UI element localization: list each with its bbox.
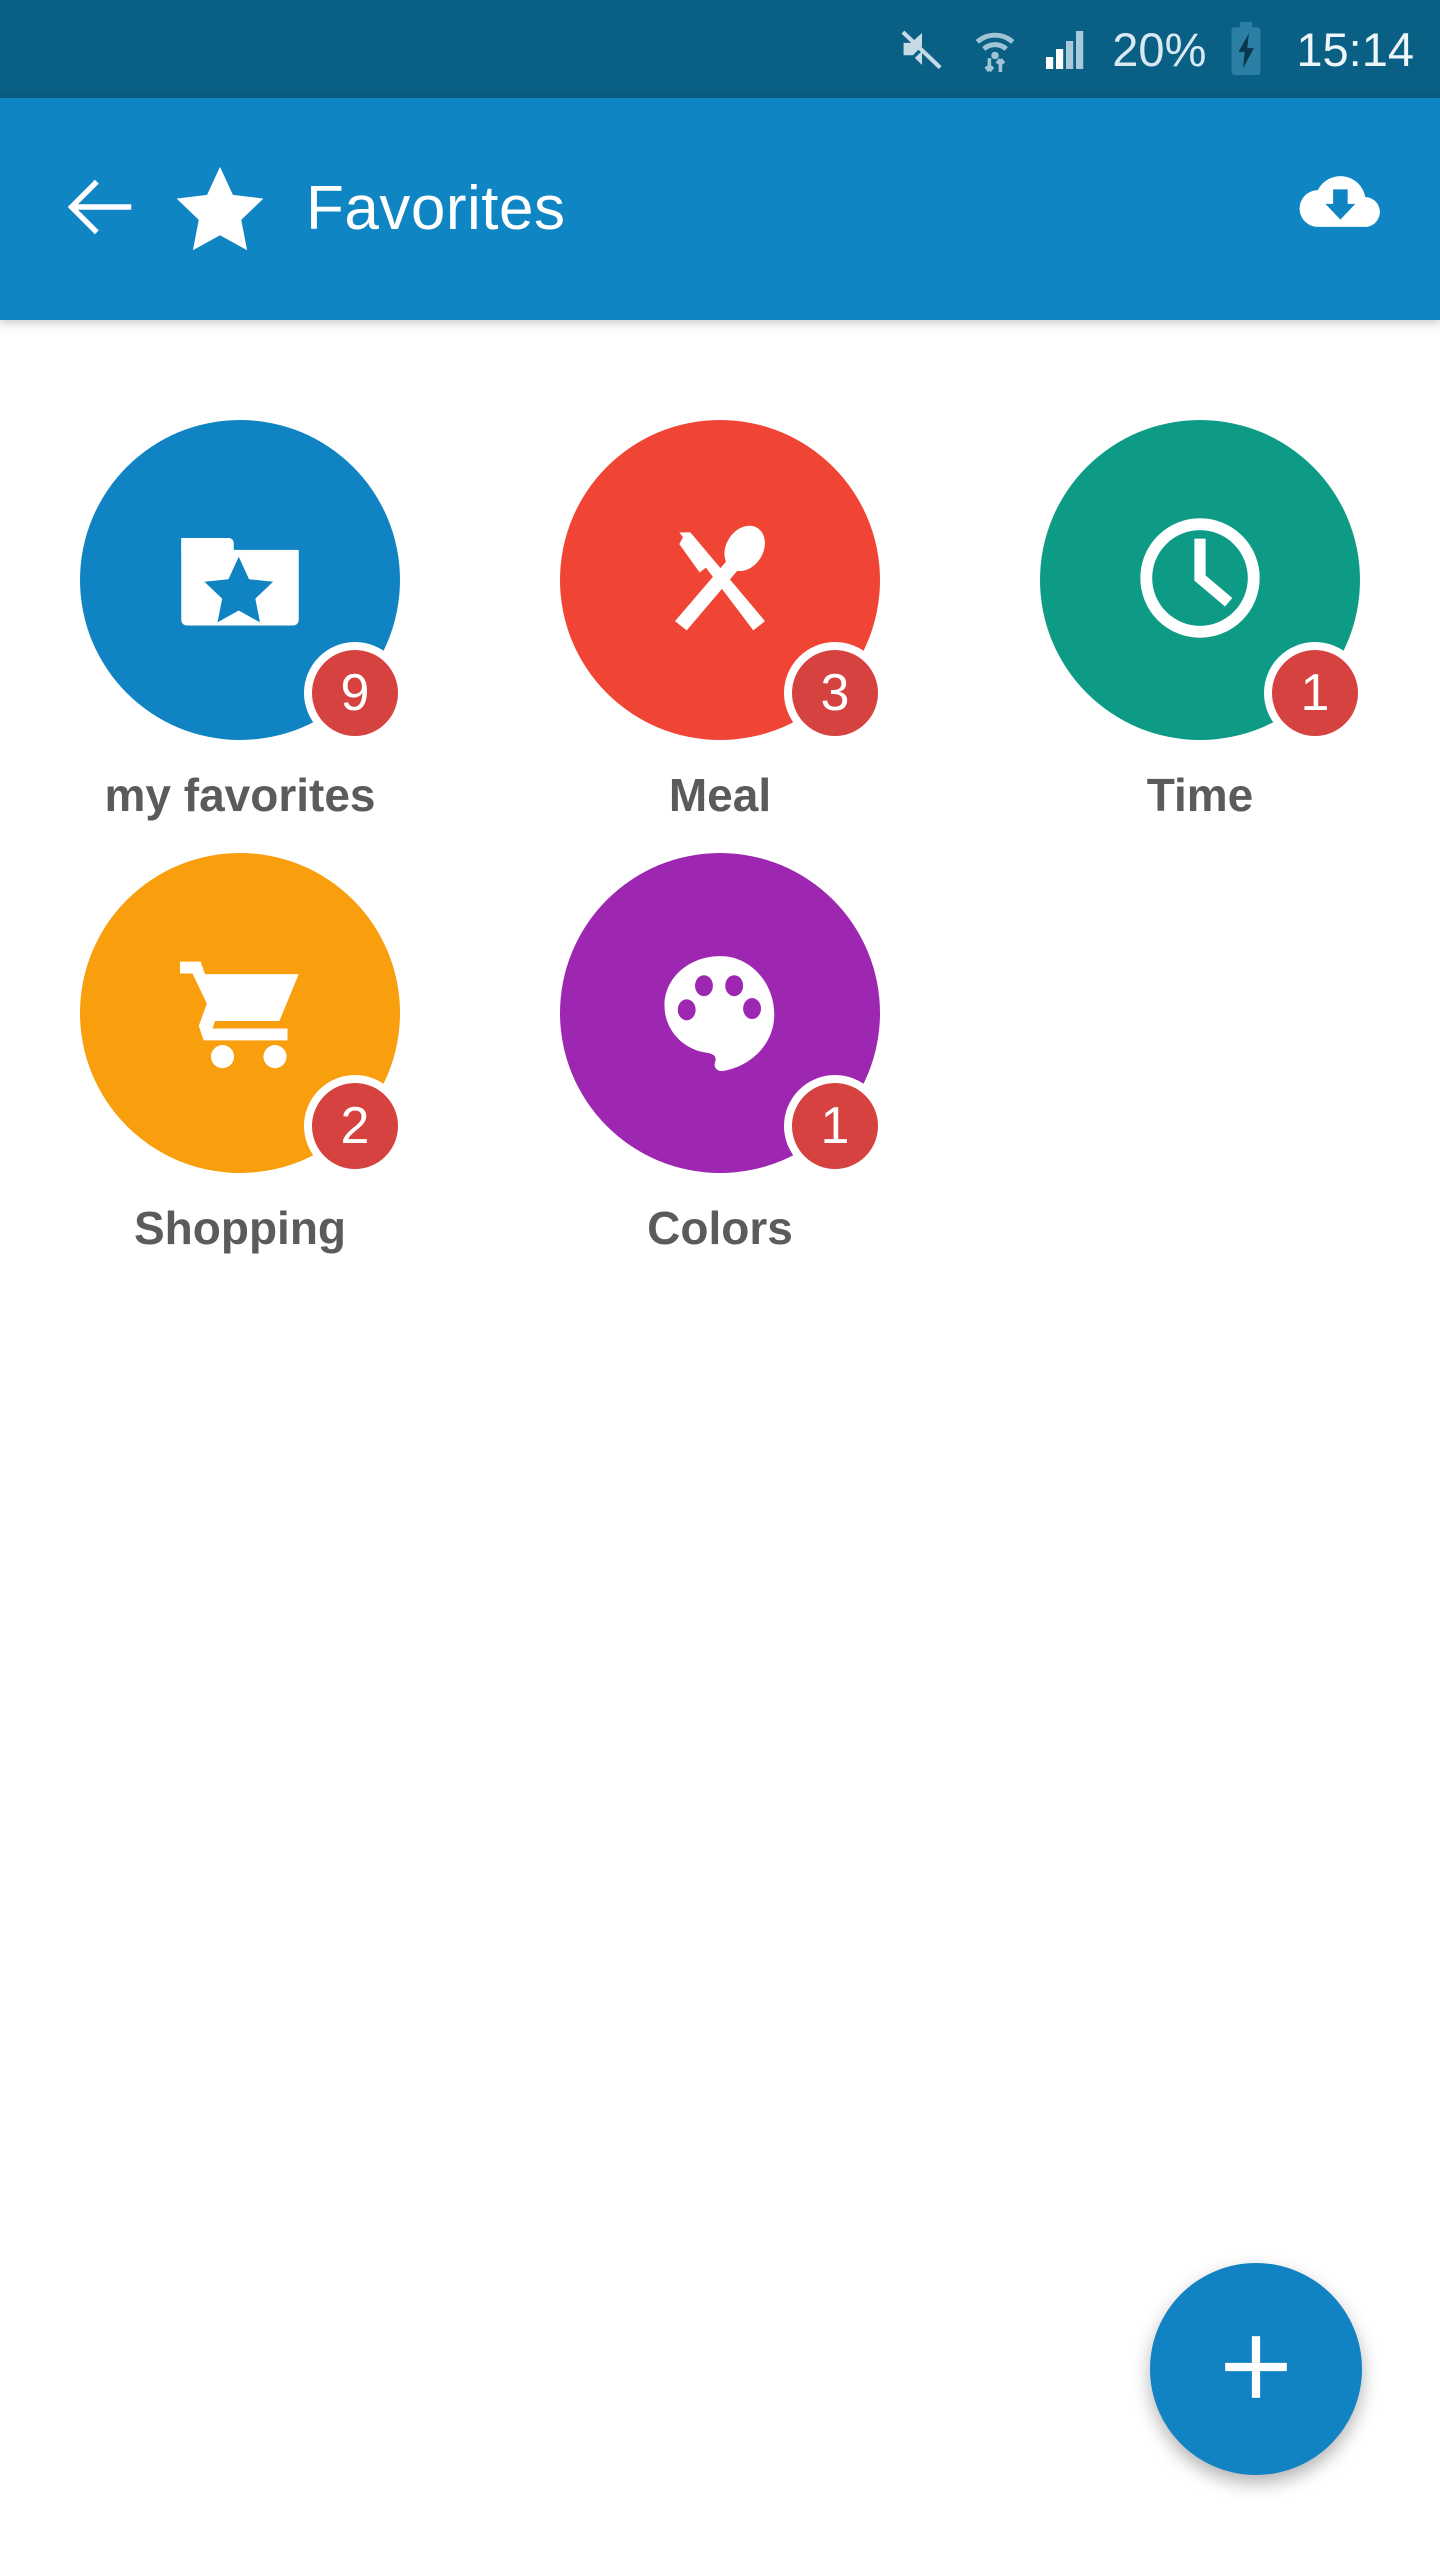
page-title: Favorites xyxy=(306,174,566,243)
back-button[interactable] xyxy=(48,157,152,261)
category-circle-wrap: 2 xyxy=(80,853,406,1177)
category-circle-wrap: 1 xyxy=(1040,420,1366,744)
category-grid: 9 my favorites 3 Meal 1 Time 2 Shopping … xyxy=(0,420,1440,1286)
status-bar: 20% 15:14 xyxy=(0,0,1440,98)
back-arrow-icon xyxy=(62,169,138,250)
folder-star-icon xyxy=(165,503,315,658)
category-item-shopping[interactable]: 2 Shopping xyxy=(0,853,480,1251)
cutlery-icon xyxy=(646,504,794,657)
status-badge: 2 xyxy=(304,1075,406,1177)
add-button[interactable] xyxy=(1150,2263,1362,2475)
status-badge: 3 xyxy=(784,642,886,744)
cloud-download-button[interactable] xyxy=(1280,149,1400,269)
category-item-time[interactable]: 1 Time xyxy=(960,420,1440,818)
status-badge: 1 xyxy=(784,1075,886,1177)
category-item-meal[interactable]: 3 Meal xyxy=(480,420,960,818)
star-icon xyxy=(170,159,270,259)
category-circle-wrap: 9 xyxy=(80,420,406,744)
clock-icon xyxy=(1125,503,1275,658)
category-circle-wrap: 1 xyxy=(560,853,886,1177)
content-area: 9 my favorites 3 Meal 1 Time 2 Shopping … xyxy=(0,320,1440,2560)
wifi-data-transfer-icon xyxy=(970,22,1020,76)
category-label: Time xyxy=(1146,769,1254,821)
category-label: Shopping xyxy=(133,1202,347,1254)
phone-screen: 20% 15:14 Favorites 9 my favorites 3 Mea… xyxy=(0,0,1440,2560)
shopping-cart-icon xyxy=(165,936,315,1091)
category-label: Colors xyxy=(647,1202,793,1254)
category-label: my favorites xyxy=(104,769,376,821)
plus-icon xyxy=(1213,2324,1299,2415)
category-label: Meal xyxy=(668,769,772,821)
battery-charging-icon xyxy=(1228,22,1264,76)
category-circle-wrap: 3 xyxy=(560,420,886,744)
status-badge: 9 xyxy=(304,642,406,744)
category-item-my-favorites[interactable]: 9 my favorites xyxy=(0,420,480,818)
cellular-signal-icon xyxy=(1042,25,1090,73)
app-bar: Favorites xyxy=(0,98,1440,320)
battery-percent-label: 20% xyxy=(1112,22,1207,76)
status-icon-group: 20% 15:14 xyxy=(896,22,1414,76)
palette-icon xyxy=(646,937,794,1090)
mute-icon xyxy=(896,23,948,75)
category-item-colors[interactable]: 1 Colors xyxy=(480,853,960,1251)
status-clock: 15:14 xyxy=(1296,22,1414,76)
cloud-download-icon xyxy=(1294,161,1386,258)
status-badge: 1 xyxy=(1264,642,1366,744)
